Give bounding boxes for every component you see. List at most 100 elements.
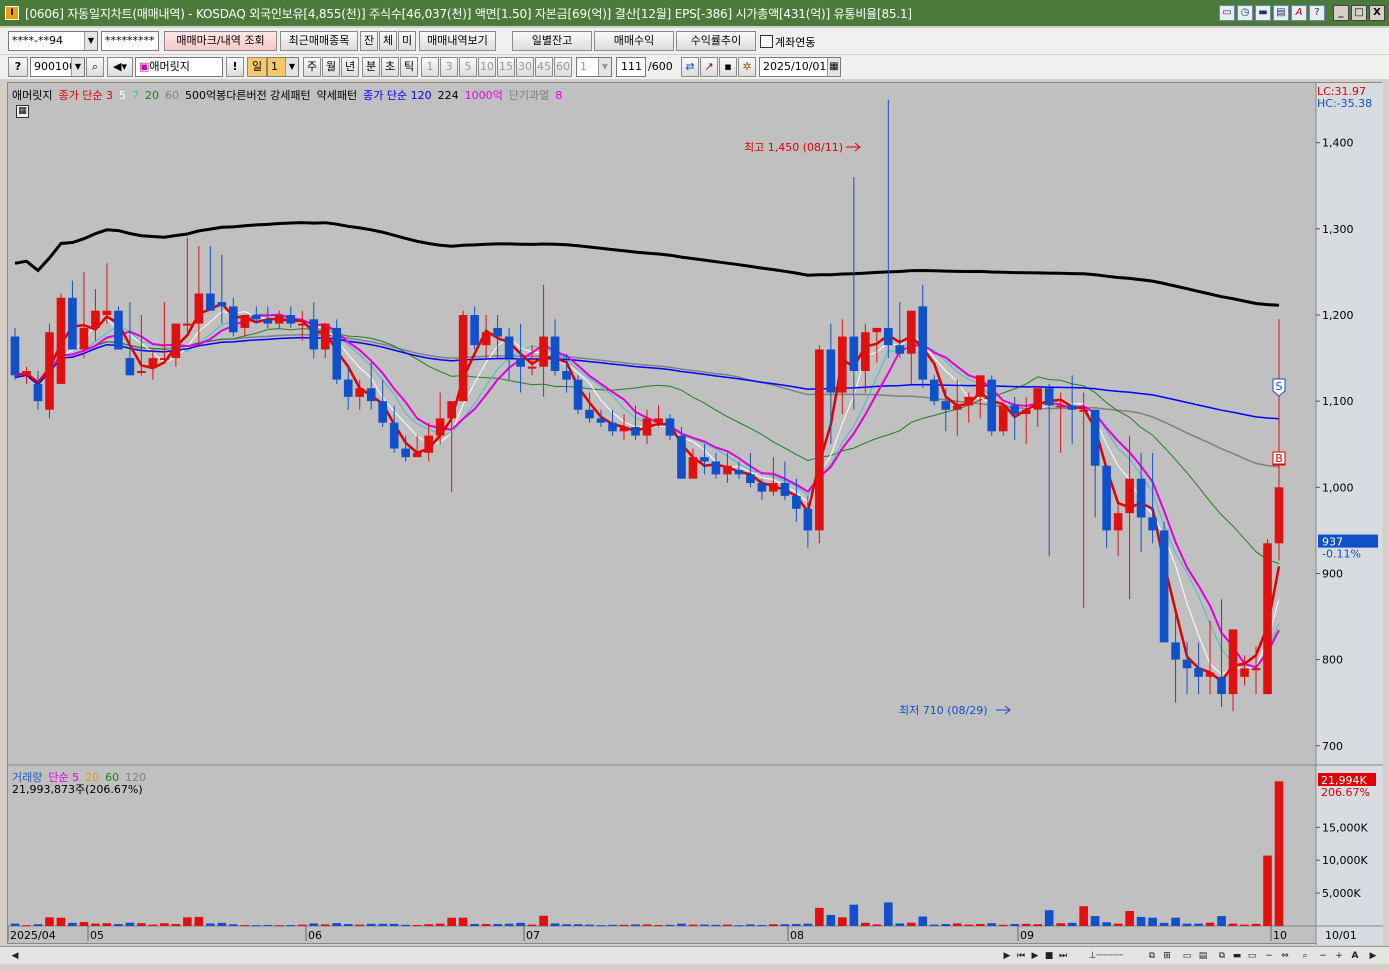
save-icon[interactable]: ▪ [719,57,737,77]
minimize-panel-icon[interactable]: ▬ [1255,5,1271,21]
password-field[interactable]: ********* [101,31,159,51]
stock-code-input[interactable]: 900100 ▼ [30,57,85,77]
stop-icon[interactable]: ■ [1042,949,1056,963]
period-month-tab[interactable]: 월 [322,57,340,77]
price-legend-item[interactable]: 1000억 [465,89,503,102]
chevron-down-icon[interactable]: ▼ [84,32,97,50]
minimize-button[interactable]: _ [1333,5,1349,21]
grid-toggle-icon[interactable]: ▦ [16,105,29,118]
volume-bar [447,917,456,926]
print-icon[interactable]: ▤ [1196,949,1210,963]
chevron-down-icon[interactable]: ▼ [598,58,611,76]
shrink-icon[interactable]: ▬ [1230,949,1244,963]
balance-button[interactable]: 잔 [360,31,378,51]
account-link-checkbox[interactable] [760,35,773,48]
speaker-icon[interactable]: ◀▾ [107,57,133,77]
zoom-in-icon[interactable]: + [1332,949,1346,963]
trade-profit-button[interactable]: 매매수익 [594,31,674,51]
price-legend-item[interactable]: 애머릿지 [12,89,52,102]
chart-area[interactable]: 1,400 1,300 1,200 1,100 1,000 900 800 700 최고 1,4… [7,82,1383,945]
price-legend-item[interactable]: 5 [119,89,126,102]
first-icon[interactable]: ⏮ [1014,949,1028,963]
minus-icon[interactable]: − [1262,949,1276,963]
expand-icon[interactable]: ▭ [1245,949,1259,963]
trend-icon[interactable]: ↗ [700,57,718,77]
chevron-down-icon[interactable]: ▼ [285,58,298,76]
maximize-button[interactable]: □ [1351,5,1367,21]
price-legend-item[interactable]: 20 [145,89,159,102]
tile-icon[interactable]: ⊞ [1160,949,1174,963]
scroll-left-icon[interactable]: ◀ [8,949,22,963]
candle-body [114,310,123,350]
price-legend-item[interactable]: 500억봉다른버전 강세패턴 [185,89,311,102]
chart-svg[interactable]: 1,400 1,300 1,200 1,100 1,000 900 800 700 최고 1,4… [7,83,1383,945]
text-icon[interactable]: A [1348,949,1362,963]
magnifier-icon[interactable]: ⌕ [86,57,104,77]
date-input[interactable]: 2025/10/01 ▦ [759,57,841,77]
layout-icon[interactable]: ▭ [1180,949,1194,963]
volume-bar [412,925,422,927]
interval-5-button[interactable]: 5 [459,57,477,77]
interval-1-button[interactable]: 1 [421,57,439,77]
period-tick-tab[interactable]: 틱 [400,57,418,77]
scroll-right-icon[interactable]: ▶ [1000,949,1014,963]
interval-3-button[interactable]: 3 [440,57,458,77]
period-week-tab[interactable]: 주 [303,57,321,77]
view-history-button[interactable]: 매매내역보기 [419,31,496,51]
play-icon[interactable]: ▶ [1028,949,1042,963]
daily-balance-button[interactable]: 일별잔고 [512,31,592,51]
zoom-icon[interactable]: ⌕ [1298,949,1312,963]
interval-45-button[interactable]: 45 [535,57,553,77]
arrows-icon[interactable]: ⇔ [1278,949,1292,963]
volume-bar [906,922,916,926]
interval-60-button[interactable]: 60 [554,57,572,77]
interval-15-button[interactable]: 15 [497,57,515,77]
return-trend-button[interactable]: 수익률추이 [676,31,756,51]
zoom-out-icon[interactable]: − [1316,949,1330,963]
volume-bar [1274,781,1284,926]
font-icon[interactable]: A [1291,5,1307,21]
candle-body [872,327,882,333]
chevron-down-icon[interactable]: ▼ [71,58,84,76]
close-button[interactable]: X [1369,5,1385,21]
period-value-select[interactable]: 1 ▼ [267,57,299,77]
alert-icon[interactable]: ! [226,57,244,77]
history-icon[interactable]: ◷ [1237,5,1253,21]
price-legend-item[interactable]: 종가 단순 3 [58,89,112,102]
screen-icon[interactable]: ▤ [1273,5,1289,21]
period-year-tab[interactable]: 년 [341,57,359,77]
bottom-scrollbar[interactable]: ◀ ▶ ⏮ ▶ ■ ⏭ ⊥┄┄┄┄┄ ⧉ ⊞ ▭ ▤ ⧉ ▬ ▭ − ⇔ ⌕ −… [0,946,1389,964]
calendar-icon[interactable]: ▦ [827,58,840,76]
count-input[interactable]: 111 [616,57,646,77]
stock-name-field[interactable]: ▣애머릿지 [135,57,223,77]
interval-10-button[interactable]: 10 [478,57,496,77]
filled-button[interactable]: 체 [379,31,397,51]
help-icon[interactable]: ? [1309,5,1325,21]
account-select[interactable]: ****-**94 ▼ [8,31,98,51]
price-legend-item[interactable]: 224 [438,89,459,102]
price-legend-item[interactable]: 단기과열 [509,89,549,102]
copy-icon[interactable]: ⧉ [1215,949,1229,963]
zoom-slider[interactable]: ⊥┄┄┄┄┄ [1076,949,1136,963]
period-day-tab[interactable]: 일 [247,57,267,77]
candle-body [378,401,388,423]
recent-trades-button[interactable]: 최근매매종목 [280,31,358,51]
last-icon[interactable]: ⏭ [1056,949,1070,963]
price-legend-item[interactable]: 약세패턴 [317,89,357,102]
price-legend-item[interactable]: 8 [555,89,562,102]
scroll-end-icon[interactable]: ▶ [1366,949,1380,963]
interval-select[interactable]: 1 ▼ [576,57,612,77]
price-legend-item[interactable]: 60 [165,89,179,102]
stock-search-icon[interactable]: ? [8,57,28,77]
window-icon[interactable]: ⧉ [1145,949,1159,963]
mark-query-button[interactable]: 매매마크/내역 조회 [164,31,277,51]
interval-30-button[interactable]: 30 [516,57,534,77]
period-minute-tab[interactable]: 분 [362,57,380,77]
unfilled-button[interactable]: 미 [398,31,416,51]
window-layout-icon[interactable]: ▭ [1219,5,1235,21]
settings-gear-icon[interactable]: ✲ [738,57,756,77]
price-legend-item[interactable]: 7 [132,89,139,102]
period-second-tab[interactable]: 초 [381,57,399,77]
price-legend-item[interactable]: 종가 단순 120 [363,89,431,102]
indicator-icon[interactable]: ⇄ [681,57,699,77]
